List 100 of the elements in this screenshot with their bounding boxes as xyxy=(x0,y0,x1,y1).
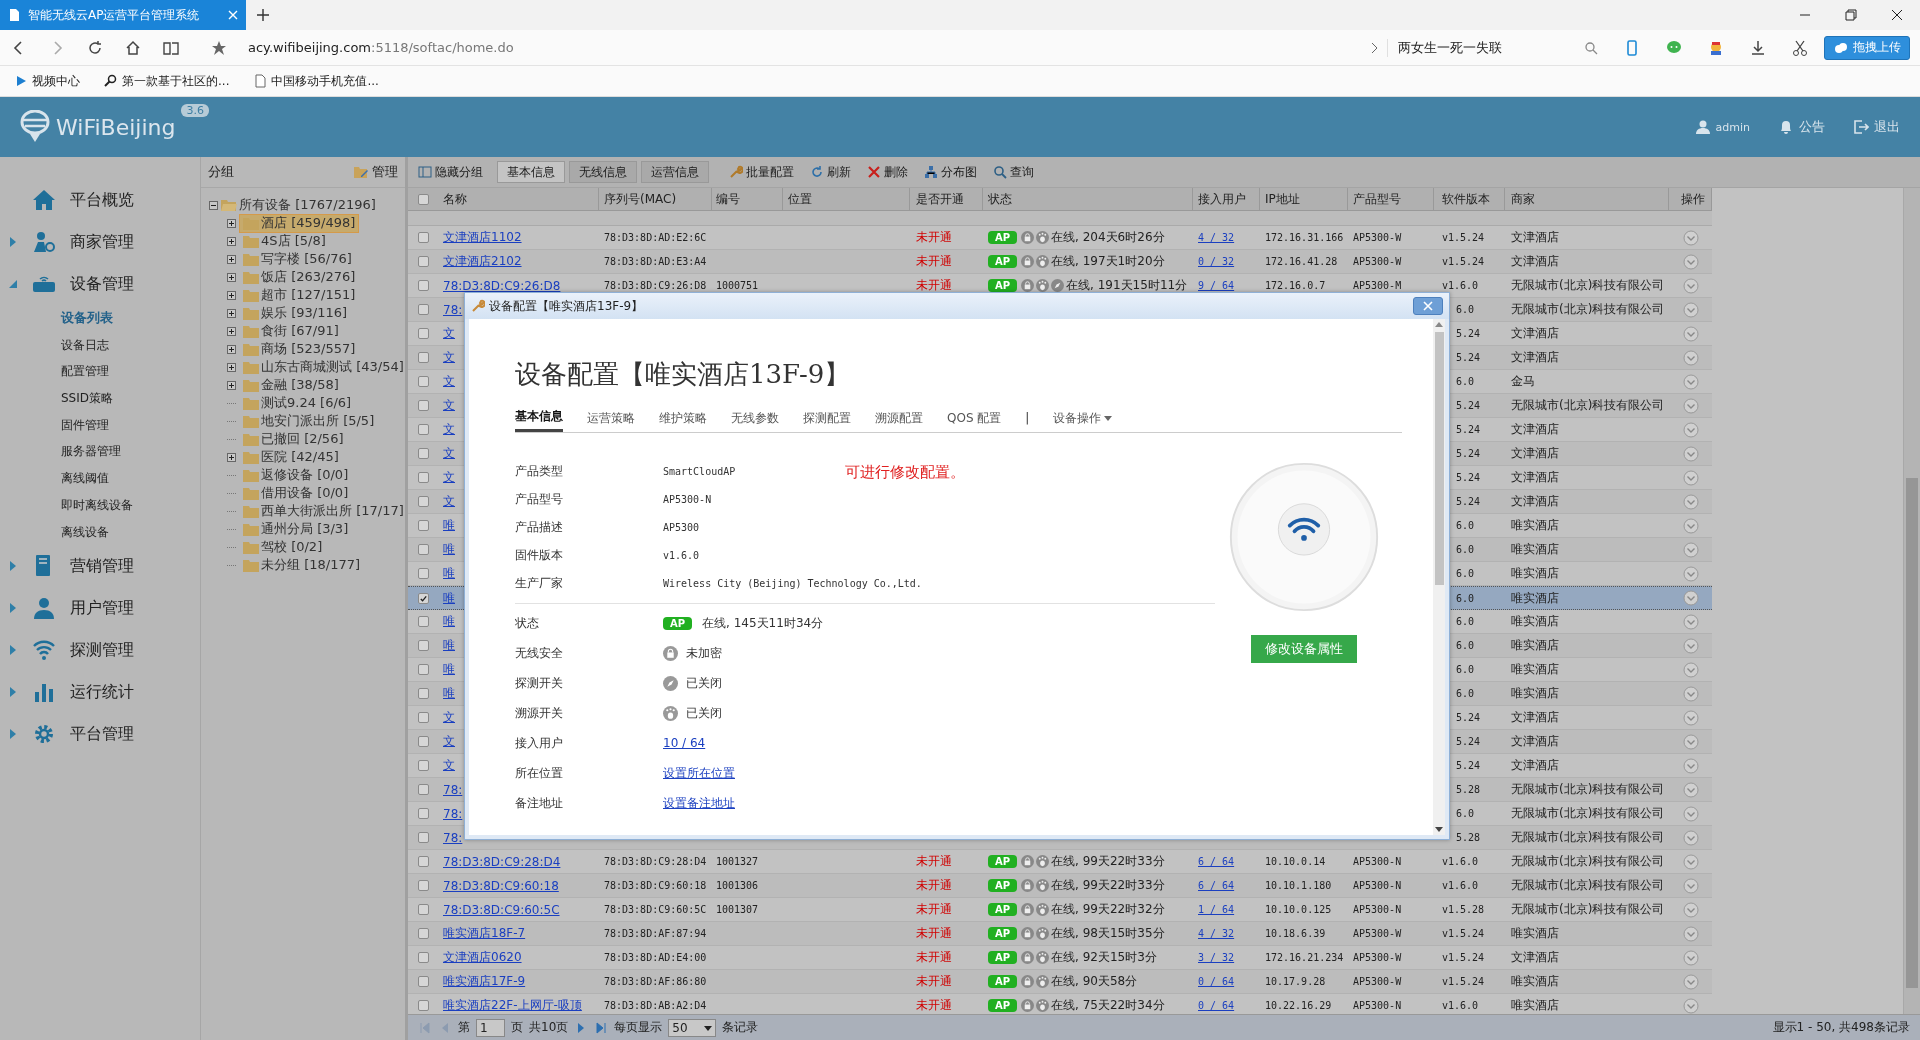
device-name-link[interactable]: 文 xyxy=(443,493,455,510)
tree-item[interactable]: 地安门派出所 [5/5] xyxy=(239,411,379,431)
users-link[interactable]: 4 / 32 xyxy=(1198,928,1235,939)
dialog-tab[interactable]: 溯源配置 xyxy=(875,404,923,432)
dropdown-circle-icon[interactable] xyxy=(1682,613,1699,630)
table-row[interactable]: 78:D3:8D:C9:60:18 78:D3:8D:C9:60:18 1001306 未开通 AP 在线, 99天22时33分 6 / 64 10.10.1.180 AP5300-N v1.6.0 无限城市(北京)科技有限公司 xyxy=(408,874,1712,898)
column-header[interactable]: 位置 xyxy=(783,188,910,210)
sidebar-item[interactable]: 平台概览 xyxy=(0,179,200,221)
row-checkbox[interactable] xyxy=(418,808,429,819)
sidebar-subitem[interactable]: 配置管理 xyxy=(0,358,200,386)
expand-icon[interactable] xyxy=(227,380,236,390)
sidebar-subitem[interactable]: 离线阈值 xyxy=(0,465,200,492)
row-checkbox[interactable] xyxy=(418,304,429,315)
row-checkbox[interactable] xyxy=(418,904,429,915)
table-row[interactable]: 唯实酒店17F-9 78:D3:8D:AF:86:80 未开通 AP 在线, 90天58分 0 / 64 10.17.9.28 AP5300-W v1.5.24 唯实酒店 xyxy=(408,970,1712,994)
table-row[interactable]: 唯实酒店22F-上网厅-吸顶 78:D3:8D:AB:A2:D4 未开通 AP 在线, 75天22时34分 0 / 64 10.22.16.29 AP5300-N v1.6.0 唯实酒店 xyxy=(408,994,1712,1014)
row-checkbox[interactable] xyxy=(418,952,429,963)
device-name-link[interactable]: 文 xyxy=(443,373,455,390)
table-row[interactable]: 唯实酒店18F-7 78:D3:8D:AF:87:94 未开通 AP 在线, 98天15时35分 4 / 32 10.18.6.39 AP5300-W v1.5.24 唯实酒店 xyxy=(408,922,1712,946)
manage-button[interactable]: 管理 xyxy=(353,163,398,181)
expand-icon[interactable] xyxy=(227,272,236,282)
row-checkbox[interactable] xyxy=(418,520,429,531)
tree-item[interactable]: 山东古商城测试 [43/54] xyxy=(239,357,408,377)
tree-item[interactable]: 食街 [67/91] xyxy=(239,321,343,341)
scrollbar[interactable] xyxy=(1903,188,1920,1014)
tree-item[interactable]: 超市 [127/151] xyxy=(239,285,360,305)
tree-item[interactable]: 商场 [523/557] xyxy=(239,339,360,359)
dropdown-circle-icon[interactable] xyxy=(1682,901,1699,918)
dropdown-circle-icon[interactable] xyxy=(1682,397,1699,414)
dropdown-circle-icon[interactable] xyxy=(1682,445,1699,462)
dropdown-circle-icon[interactable] xyxy=(1682,373,1699,390)
search-icon[interactable] xyxy=(1584,40,1598,55)
device-name-link[interactable]: 唯 xyxy=(443,685,455,702)
expand-icon[interactable] xyxy=(227,308,236,318)
tree-item[interactable]: 已撤回 [2/56] xyxy=(239,429,348,449)
scrollbar-thumb[interactable] xyxy=(1434,332,1444,585)
row-checkbox[interactable] xyxy=(418,400,429,411)
restore-icon[interactable] xyxy=(1844,8,1858,22)
dropdown-circle-icon[interactable] xyxy=(1682,469,1699,486)
dropdown-circle-icon[interactable] xyxy=(1682,829,1699,846)
sidebar-subitem[interactable]: SSID策略 xyxy=(0,385,200,412)
dropdown-circle-icon[interactable] xyxy=(1682,805,1699,822)
tree-item[interactable]: 西单大街派出所 [17/17] xyxy=(239,501,408,521)
dropdown-circle-icon[interactable] xyxy=(1682,781,1699,798)
dropdown-circle-icon[interactable] xyxy=(1682,925,1699,942)
row-checkbox[interactable] xyxy=(418,544,429,555)
table-row[interactable]: 文津酒店0620 78:D3:8D:AD:E4:00 未开通 AP 在线, 92天15时3分 3 / 32 172.16.21.234 AP5300-W v1.5.24 文津酒店 xyxy=(408,946,1712,970)
toolbar-tab[interactable]: 基本信息 xyxy=(497,161,565,183)
users-link[interactable]: 9 / 64 xyxy=(1198,280,1235,291)
toolbar-tab[interactable]: 无线信息 xyxy=(569,161,637,183)
tree-item[interactable]: 通州分局 [3/3] xyxy=(239,519,353,539)
notice-link[interactable]: 公告 xyxy=(1778,118,1825,136)
users-link[interactable]: 6 / 64 xyxy=(1198,880,1235,891)
dropdown-circle-icon[interactable] xyxy=(1682,421,1699,438)
tree-item[interactable]: 娱乐 [93/116] xyxy=(239,303,351,323)
sidebar-item[interactable]: 运行统计 xyxy=(0,671,200,714)
row-checkbox[interactable] xyxy=(418,568,429,579)
device-name-link[interactable]: 78:D3:8D:C9:28:D4 xyxy=(443,854,561,869)
dropdown-circle-icon[interactable] xyxy=(1682,877,1699,894)
tree-item[interactable]: 测试9.24 [6/6] xyxy=(239,393,356,413)
dropdown-circle-icon[interactable] xyxy=(1682,253,1699,270)
logout-link[interactable]: 退出 xyxy=(1853,118,1900,136)
tree-item[interactable]: 返修设备 [0/0] xyxy=(239,465,353,485)
dropdown-circle-icon[interactable] xyxy=(1682,517,1699,534)
device-name-link[interactable]: 78: xyxy=(443,830,463,845)
row-checkbox[interactable] xyxy=(418,664,429,675)
sidebar-item[interactable]: 商家管理 xyxy=(0,221,200,263)
toolbar-button[interactable]: 批量配置 xyxy=(723,161,800,183)
expand-icon[interactable] xyxy=(227,326,236,336)
row-checkbox[interactable] xyxy=(418,232,429,243)
row-checkbox[interactable] xyxy=(418,376,429,387)
device-name-link[interactable]: 78:D3:8D:C9:60:5C xyxy=(443,902,560,917)
upload-button[interactable]: 拖拽上传 xyxy=(1824,35,1910,60)
toolbar-button[interactable]: 删除 xyxy=(861,161,914,183)
tree-item[interactable]: 酒店 [459/498] xyxy=(239,213,360,233)
table-row[interactable]: 78:D3:8D:C9:60:5C 78:D3:8D:C9:60:5C 1001307 未开通 AP 在线, 99天22时32分 1 / 64 10.10.0.125 AP5300-N v1.5.28 无限城市(北京)科技有限公司 xyxy=(408,898,1712,922)
dialog-tab[interactable]: 探测配置 xyxy=(803,404,851,432)
row-checkbox[interactable] xyxy=(418,880,429,891)
device-name-link[interactable]: 唯 xyxy=(443,565,455,582)
device-name-link[interactable]: 文津酒店1102 xyxy=(443,229,522,246)
tree-item[interactable]: 所有设备 [1767/2196] xyxy=(239,196,376,214)
row-checkbox[interactable] xyxy=(418,712,429,723)
scissors-icon[interactable] xyxy=(1791,38,1809,57)
dropdown-circle-icon[interactable] xyxy=(1682,541,1699,558)
tree-item[interactable]: 医院 [42/45] xyxy=(239,447,343,467)
device-name-link[interactable]: 78:D3:8D:C9:60:18 xyxy=(443,878,559,893)
device-name-link[interactable]: 文 xyxy=(443,469,455,486)
device-name-link[interactable]: 文 xyxy=(443,397,455,414)
device-name-link[interactable]: 唯 xyxy=(443,517,455,534)
row-checkbox[interactable] xyxy=(418,856,429,867)
row-checkbox[interactable] xyxy=(418,928,429,939)
row-checkbox[interactable] xyxy=(418,832,429,843)
device-name-link[interactable]: 唯 xyxy=(443,541,455,558)
row-checkbox[interactable] xyxy=(418,784,429,795)
close-icon[interactable] xyxy=(1890,8,1904,22)
users-link[interactable]: 6 / 64 xyxy=(1198,856,1235,867)
dropdown-circle-icon[interactable] xyxy=(1682,493,1699,510)
dropdown-circle-icon[interactable] xyxy=(1682,349,1699,366)
field-link[interactable]: 设置所在位置 xyxy=(663,764,735,782)
device-name-link[interactable]: 唯实酒店22F-上网厅-吸顶 xyxy=(443,997,582,1014)
